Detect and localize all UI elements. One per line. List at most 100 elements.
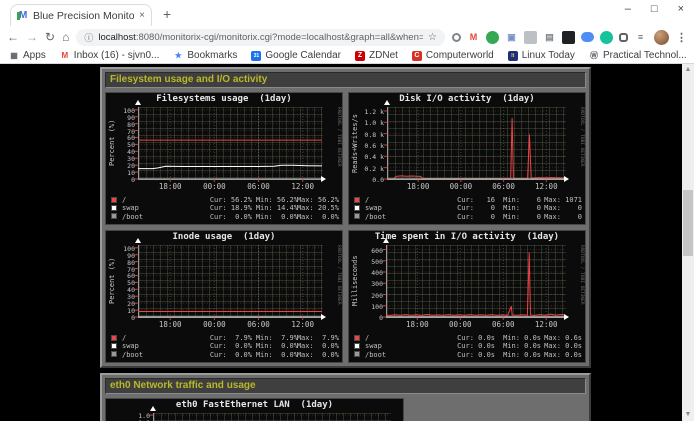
y-tick-label: 500 — [349, 258, 383, 266]
legend-row: swapCur: 0Min: 0Max: 0 — [354, 204, 583, 212]
scroll-up-icon[interactable]: ▲ — [682, 64, 694, 76]
legend-max: Max: 0.0s — [544, 342, 582, 350]
y-tick-label: 60 — [106, 272, 135, 280]
bookmark-gmail[interactable]: MInbox (16) - sjvn0... — [60, 50, 160, 61]
legend-cur: Cur: 7.9% — [210, 334, 252, 342]
url-text[interactable]: localhost:8080/monitorix-cgi/monitorix.c… — [98, 32, 423, 43]
page-scrollbar[interactable]: ▲ ▼ — [682, 64, 694, 421]
tab-monitorix[interactable]: M Blue Precision Monitorix × — [10, 4, 152, 26]
legend-cur: Cur: 0 — [457, 204, 495, 212]
reload-icon[interactable]: ↻ — [45, 31, 55, 43]
share-ext-icon[interactable] — [486, 31, 499, 44]
back-icon[interactable]: ← — [7, 31, 19, 43]
y-tick-label: 10 — [106, 307, 135, 315]
close-icon[interactable]: × — [678, 3, 684, 15]
plot-layers — [382, 245, 565, 323]
reading-list-icon[interactable]: ≡ — [634, 31, 647, 44]
y-tick-label: 100 — [106, 107, 135, 115]
bookmark-computerworld[interactable]: C Computerworld — [412, 50, 494, 61]
y-tick-label: 40 — [106, 148, 135, 156]
bookmark-calendar[interactable]: 31Google Calendar — [251, 50, 341, 61]
y-axis-arrow-icon — [135, 238, 141, 243]
legend-max: Max: 0.0% — [297, 213, 339, 221]
minimize-icon[interactable]: – — [625, 3, 631, 15]
y-tick-label: 70 — [106, 128, 135, 136]
video-ext-icon[interactable] — [562, 31, 575, 44]
y-tick-label: 20 — [106, 162, 135, 170]
legend-row: swapCur: 18.9%Min: 14.4%Max: 20.5% — [111, 204, 340, 212]
y-tick-label: 0.4 k — [349, 153, 384, 161]
x-tick-label: 18:00 — [159, 320, 182, 329]
y-tick-label: 100 — [349, 303, 383, 311]
bookmark-linuxtoday[interactable]: ltLinux Today — [508, 50, 575, 61]
y-axis-arrow-icon — [150, 406, 156, 411]
scrollbar-thumb[interactable] — [683, 190, 693, 256]
new-tab-button[interactable]: + — [163, 7, 171, 21]
bookmark-label: Computerworld — [426, 50, 494, 61]
monitorix-favicon: M — [17, 10, 28, 21]
tab-close-icon[interactable]: × — [139, 11, 145, 21]
window-controls: – □ × — [625, 3, 684, 15]
grammarly-ext-icon[interactable] — [600, 31, 613, 44]
legend-max: Max: 0 — [544, 204, 582, 212]
profile-avatar[interactable] — [654, 30, 669, 45]
legend-swatch — [111, 213, 117, 219]
filesystem-graphs-grid: Filesystems usage (1day)Percent (%)01020… — [105, 92, 586, 363]
bookmark-label: Bookmarks — [187, 50, 237, 61]
legend-row: /Cur: 7.9%Min: 7.9%Max: 7.9% — [111, 334, 340, 342]
x-tick-label: 00:00 — [203, 320, 226, 329]
tabs-ext-icon[interactable]: ▣ — [505, 31, 518, 44]
home-icon[interactable]: ⌂ — [62, 31, 69, 43]
y-tick-label: 80 — [106, 259, 135, 267]
x-tick-label: 12:00 — [291, 320, 314, 329]
y-tick-label: 300 — [349, 280, 383, 288]
extensions-puzzle-icon[interactable] — [619, 33, 628, 42]
legend-swatch — [111, 351, 117, 357]
network-graphs-grid: eth0 FastEthernet LAN (1day)1.00.9eth0 N… — [105, 398, 586, 421]
y-tick-label: 0.0 — [349, 176, 384, 184]
inode-usage-graph[interactable]: Inode usage (1day)Percent (%)01020304050… — [105, 230, 343, 363]
bookmark-label: Inbox (16) - sjvn0... — [74, 50, 160, 61]
legend-row: swapCur: 0.0sMin: 0.0sMax: 0.0s — [354, 342, 583, 350]
legend-name: / — [365, 334, 369, 342]
legend-swatch — [354, 343, 360, 349]
legend-max: Max: 0 — [544, 213, 582, 221]
bookmark-zdnet[interactable]: ZZDNet — [355, 50, 398, 61]
time-io-graph[interactable]: Time spent in I/O activity (1day)Millise… — [348, 230, 586, 363]
computerworld-icon: C — [412, 51, 422, 61]
rrdtool-watermark: RRDTOOL / TOBI OETIKER — [336, 107, 341, 179]
legend-swatch — [354, 351, 360, 357]
bookmark-wordpress[interactable]: ⓌPractical Technol... — [589, 50, 687, 61]
bookmark-star-icon[interactable]: ☆ — [428, 32, 437, 43]
calendar-icon: 31 — [251, 51, 261, 61]
messenger-ext-icon[interactable] — [581, 32, 594, 42]
search-ext-icon[interactable] — [452, 33, 461, 42]
x-tick-label: 18:00 — [407, 182, 430, 191]
forward-icon[interactable]: → — [26, 31, 38, 43]
maximize-icon[interactable]: □ — [651, 3, 658, 15]
legend-max: Max: 20.5% — [297, 204, 339, 212]
browser-menu-icon[interactable]: ⋮ — [676, 31, 687, 44]
screenshot-ext-icon[interactable] — [524, 31, 537, 44]
legend-min: Min: 0.0s — [503, 342, 541, 350]
legend-max: Max: 56.2% — [297, 196, 339, 204]
legend-min: Min: 0.0% — [256, 213, 298, 221]
eth0-traffic-graph[interactable]: eth0 FastEthernet LAN (1day)1.00.9 — [105, 398, 404, 421]
filesystems-usage-graph[interactable]: Filesystems usage (1day)Percent (%)01020… — [105, 92, 343, 225]
bookmark-apps-grid[interactable]: ▦Apps — [9, 50, 46, 61]
y-tick-label: 50 — [106, 141, 135, 149]
legend-row: /Cur: 0.0sMin: 0.0sMax: 0.6s — [354, 334, 583, 342]
scroll-down-icon[interactable]: ▼ — [682, 409, 694, 421]
legend-cur: Cur: 0.0% — [210, 342, 252, 350]
legend-row: /bootCur: 0Min: 0Max: 0 — [354, 213, 583, 221]
address-bar[interactable]: ⓘ localhost:8080/monitorix-cgi/monitorix… — [76, 29, 445, 46]
bookmark-star[interactable]: ★Bookmarks — [173, 50, 237, 61]
plot-layers — [134, 245, 322, 323]
disk-io-graph[interactable]: Disk I/O activity (1day)Reads+Writes/s0.… — [348, 92, 586, 225]
rrdtool-watermark: RRDTOOL / TOBI OETIKER — [336, 245, 341, 317]
cast-ext-icon[interactable]: ▤ — [543, 31, 556, 44]
gmail-ext-icon[interactable]: M — [467, 31, 480, 44]
y-tick-label: 40 — [106, 286, 135, 294]
x-tick-label: 12:00 — [535, 320, 558, 329]
page-info-icon[interactable]: ⓘ — [84, 31, 93, 44]
